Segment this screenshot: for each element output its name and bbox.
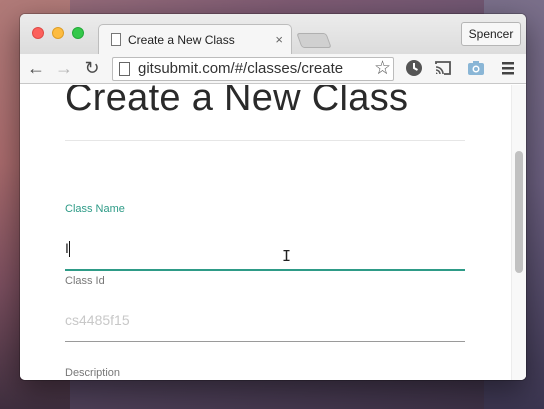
tab-close-icon[interactable]: × — [275, 32, 283, 47]
vertical-scrollbar[interactable] — [511, 85, 526, 380]
address-bar[interactable]: gitsubmit.com/#/classes/create ☆ — [112, 57, 394, 81]
clock-extension-icon[interactable] — [404, 58, 424, 78]
class-id-label: Class Id — [65, 275, 105, 287]
description-label: Description — [65, 367, 121, 379]
page-viewport: Create a New Class Class Name I I Class … — [20, 85, 526, 380]
class-name-label: Class Name — [65, 203, 125, 215]
camera-extension-icon[interactable] — [466, 58, 486, 78]
browser-toolbar: ← → ↻ gitsubmit.com/#/classes/create ☆ — [20, 54, 526, 84]
browser-tab[interactable]: Create a New Class × — [98, 24, 292, 54]
title-bar: Create a New Class × Spencer — [20, 14, 526, 54]
minimize-window-button[interactable] — [52, 27, 64, 39]
tab-title: Create a New Class — [128, 33, 235, 47]
close-window-button[interactable] — [32, 27, 44, 39]
url-text[interactable]: gitsubmit.com/#/classes/create — [138, 60, 343, 77]
page-icon — [119, 62, 130, 76]
text-caret — [69, 241, 70, 257]
page-title: Create a New Class — [65, 85, 409, 119]
menu-icon[interactable] — [498, 58, 518, 78]
page-icon — [111, 33, 121, 46]
reload-icon[interactable]: ↻ — [82, 58, 102, 78]
class-name-underline — [65, 269, 465, 271]
class-id-input[interactable]: cs4485f15 — [65, 312, 130, 328]
forward-arrow-icon[interactable]: → — [54, 58, 74, 78]
star-icon[interactable]: ☆ — [374, 58, 391, 80]
back-arrow-icon[interactable]: ← — [26, 58, 46, 78]
i-beam-cursor-icon: I — [282, 247, 292, 265]
class-id-underline — [65, 341, 465, 342]
scrollbar-thumb[interactable] — [515, 151, 523, 273]
title-divider — [65, 140, 465, 141]
new-tab-button[interactable] — [296, 33, 332, 48]
maximize-window-button[interactable] — [72, 27, 84, 39]
profile-button[interactable]: Spencer — [461, 22, 521, 46]
browser-window: Create a New Class × Spencer ← → ↻ gitsu… — [20, 14, 526, 380]
cast-icon[interactable] — [433, 58, 453, 78]
